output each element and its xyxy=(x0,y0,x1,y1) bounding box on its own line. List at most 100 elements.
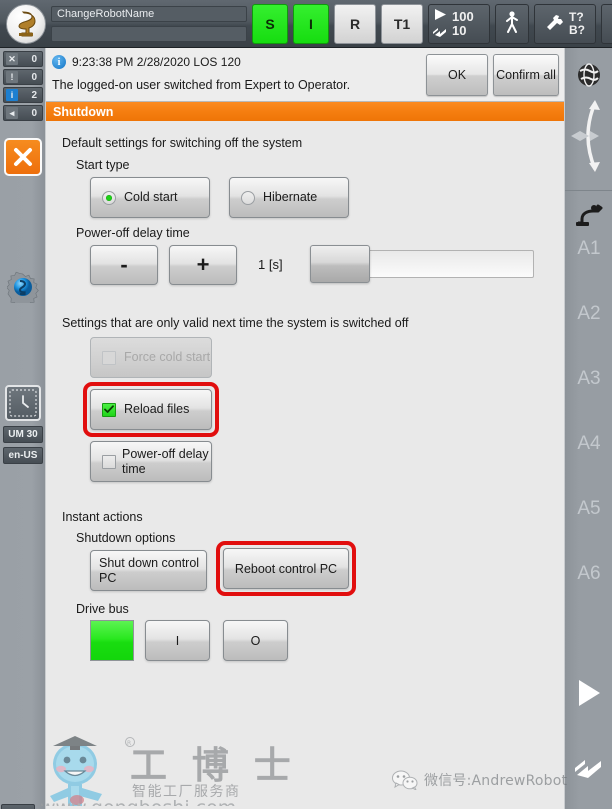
start-type-label: Start type xyxy=(76,158,130,172)
increment-button[interactable]: ∞ xyxy=(601,3,612,44)
counter-error[interactable]: ✕ 0 xyxy=(3,51,43,67)
play-forward-icon[interactable] xyxy=(565,673,612,713)
left-rail: ✕ 0 ! 0 i 2 ◂ 0 UM 30 en-US xyxy=(0,48,46,809)
delay-plus-button[interactable]: + xyxy=(169,245,237,285)
power-off-delay-label: Power-off delay time xyxy=(76,226,190,240)
power-off-delay-time-checkbox[interactable]: Power-off delay time xyxy=(90,441,212,482)
robot-name-fields: ChangeRobotName xyxy=(51,4,247,44)
jog-direction-arrows-icon[interactable] xyxy=(565,96,612,176)
program-name-field[interactable] xyxy=(51,25,247,42)
status-submit-interpreter[interactable]: S xyxy=(252,3,288,44)
axis-label-a6[interactable]: A6 xyxy=(565,563,612,585)
power-off-delay-time-label: Power-off delay time xyxy=(122,446,209,476)
info-count: 2 xyxy=(31,89,37,101)
delay-value: 1 [s] xyxy=(258,257,283,272)
wechat-id-text: 微信号:AndrewRobot xyxy=(424,773,568,789)
drive-bus-label: Drive bus xyxy=(76,602,129,616)
settings-gear-icon[interactable] xyxy=(6,270,40,304)
defaults-heading: Default settings for switching off the s… xyxy=(62,136,303,150)
checkbox-icon xyxy=(102,402,116,417)
checkbox-icon xyxy=(102,454,116,469)
message-counters: ✕ 0 ! 0 i 2 ◂ 0 xyxy=(3,51,43,121)
info-icon: i xyxy=(52,55,66,69)
hibernate-option[interactable]: Hibernate xyxy=(229,177,349,218)
counter-info[interactable]: i 2 xyxy=(3,87,43,103)
cold-start-label: Cold start xyxy=(124,190,178,204)
language-tag[interactable]: en-US xyxy=(3,447,43,464)
status-robot-interpreter[interactable]: R xyxy=(334,3,376,44)
error-icon: ✕ xyxy=(6,53,18,65)
wechat-watermark: 微信号:AndrewRobot xyxy=(392,770,567,790)
status-drives-ready[interactable]: I xyxy=(293,3,329,44)
counter-warning[interactable]: ! 0 xyxy=(3,69,43,85)
clock-icon[interactable] xyxy=(5,385,41,421)
base-number: B? xyxy=(569,22,585,37)
warning-count: 0 xyxy=(31,71,37,83)
world-coordinates-icon[interactable] xyxy=(565,58,612,92)
close-icon xyxy=(14,148,32,166)
axis-label-a4[interactable]: A4 xyxy=(565,433,612,455)
confirm-all-button[interactable]: Confirm all xyxy=(493,53,559,96)
tool-base-button[interactable]: T? B? xyxy=(534,3,596,44)
program-override-value: 100 xyxy=(452,8,474,24)
drive-bus-on-button[interactable]: I xyxy=(145,620,210,661)
robot-axis-icon[interactable] xyxy=(565,198,612,232)
next-time-heading: Settings that are only valid next time t… xyxy=(62,316,409,330)
status-bar: ChangeRobotName S I R T1 100 10 T? B? xyxy=(0,0,612,48)
message-text-area: i 9:23:38 PM 2/28/2020 LOS 120 The logge… xyxy=(46,48,426,101)
message-buttons: OK Confirm all xyxy=(426,48,564,101)
force-cold-start-label: Force cold start xyxy=(124,350,211,364)
hibernate-label: Hibernate xyxy=(263,190,318,204)
speed-override-button[interactable]: 100 10 xyxy=(428,3,490,44)
walk-man-icon xyxy=(505,11,519,36)
reboot-control-pc-button[interactable]: Reboot control PC xyxy=(223,548,349,589)
drive-bus-status-indicator xyxy=(90,620,134,661)
reload-files-checkbox[interactable]: Reload files xyxy=(90,389,212,430)
page-title: Shutdown xyxy=(46,102,564,121)
message-panel: i 9:23:38 PM 2/28/2020 LOS 120 The logge… xyxy=(46,48,564,102)
counter-wait[interactable]: ◂ 0 xyxy=(3,105,43,121)
shut-down-control-pc-button[interactable]: Shut down control PC xyxy=(90,550,207,591)
warning-icon: ! xyxy=(6,71,18,83)
cold-start-option[interactable]: Cold start xyxy=(90,177,210,218)
error-count: 0 xyxy=(31,53,37,65)
tool-icon xyxy=(545,14,565,34)
play-icon xyxy=(434,7,447,23)
kuka-robot-logo-icon[interactable] xyxy=(6,3,46,44)
radio-icon xyxy=(102,190,116,205)
motion-type-button[interactable] xyxy=(495,3,529,44)
delay-slider-thumb[interactable] xyxy=(310,245,370,283)
manual-override-value: 10 xyxy=(452,22,467,38)
instant-actions-heading: Instant actions xyxy=(62,510,143,524)
shut-down-control-pc-label: Shut down control PC xyxy=(99,555,200,585)
tool-number: T? xyxy=(569,9,584,24)
operating-mode-button[interactable]: T1 xyxy=(381,3,423,44)
wait-count: 0 xyxy=(31,107,37,119)
axis-label-a5[interactable]: A5 xyxy=(565,498,612,520)
sc-button[interactable]: SC xyxy=(1,804,35,809)
right-rail: A1 A2 A3 A4 A5 A6 xyxy=(564,48,612,809)
robot-name-field[interactable]: ChangeRobotName xyxy=(51,5,247,22)
hand-jog-icon[interactable] xyxy=(565,748,612,788)
message-timestamp: 9:23:38 PM 2/28/2020 LOS 120 xyxy=(72,55,241,69)
axis-label-a1[interactable]: A1 xyxy=(565,238,612,260)
wait-icon: ◂ xyxy=(6,107,18,119)
delay-minus-button[interactable]: - xyxy=(90,245,158,285)
wechat-icon xyxy=(392,770,418,790)
shutdown-options-label: Shutdown options xyxy=(76,531,176,545)
checkbox-icon xyxy=(102,350,116,365)
shutdown-form: Default settings for switching off the s… xyxy=(46,121,564,809)
reboot-control-pc-label: Reboot control PC xyxy=(234,561,338,576)
message-body: The logged-on user switched from Expert … xyxy=(52,78,351,92)
jog-hand-icon xyxy=(433,25,448,41)
user-mode-tag[interactable]: UM 30 xyxy=(3,426,43,443)
ok-button[interactable]: OK xyxy=(426,53,488,96)
axis-label-a3[interactable]: A3 xyxy=(565,368,612,390)
info-icon: i xyxy=(6,89,18,101)
close-x-button[interactable] xyxy=(4,138,42,176)
reload-files-label: Reload files xyxy=(124,402,190,416)
teach-pendant-screen: ChangeRobotName S I R T1 100 10 T? B? ✕ … xyxy=(0,0,612,809)
drive-bus-off-button[interactable]: O xyxy=(223,620,288,661)
axis-label-a2[interactable]: A2 xyxy=(565,303,612,325)
force-cold-start-checkbox: Force cold start xyxy=(90,337,212,378)
